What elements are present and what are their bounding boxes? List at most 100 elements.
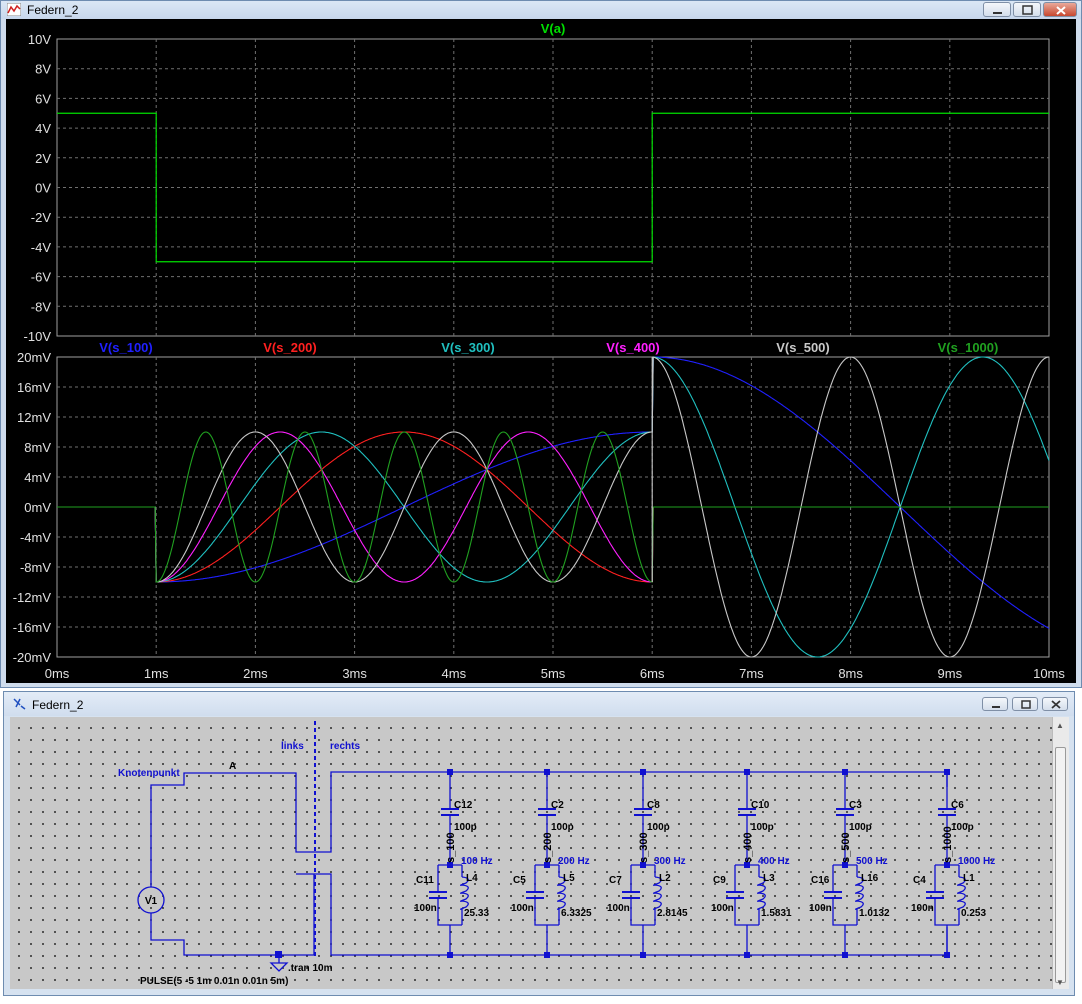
x-tick-label: 8ms xyxy=(838,666,863,681)
resonator-branch-s-500[interactable]: C3 100ps_500 500 Hz C16 100n L16 1.0132 xyxy=(809,769,890,958)
x-tick-label: 7ms xyxy=(739,666,764,681)
y-tick-label: -6V xyxy=(31,270,52,285)
resonator-branch-s-200[interactable]: C2 100ps_200 200 Hz C5 100n L5 6.3325 xyxy=(511,769,592,958)
capacitor-ref: C6 xyxy=(951,800,964,811)
trace-label-v-a[interactable]: V(a) xyxy=(541,21,566,36)
x-tick-label: 5ms xyxy=(541,666,566,681)
net-label: s_1000 xyxy=(942,826,954,863)
maximize-button[interactable] xyxy=(1012,697,1038,711)
y-tick-label: 4mV xyxy=(24,470,51,485)
y-tick-label: -4mV xyxy=(20,530,51,545)
capacitor-value: 100p xyxy=(951,822,974,833)
capacitor-ref: C12 xyxy=(454,800,473,811)
inductor-value: 1.0132 xyxy=(859,908,890,919)
capacitor-ref: C9 xyxy=(713,875,726,886)
maximize-button[interactable] xyxy=(1013,2,1041,17)
schematic-titlebar[interactable]: Federn_2 xyxy=(4,692,1074,716)
waveform-plot[interactable]: 10V 8V 6V 4V 2V 0V -2V -4V -6V -8V -10V 20mV 16mV 12m… xyxy=(6,19,1076,683)
inductor-value: 1.5831 xyxy=(761,908,792,919)
x-tick-label: 4ms xyxy=(442,666,467,681)
waveform-app-icon xyxy=(7,3,21,16)
y-tick-label: 12mV xyxy=(17,410,51,425)
minimize-button[interactable] xyxy=(983,2,1011,17)
y-tick-label: 4V xyxy=(35,121,51,136)
frequency-comment: 400 Hz xyxy=(758,856,790,867)
waveform-window: Federn_2 10V 8V 6V 4V 2V 0V -2V -4V -6V -8V -10V 20… xyxy=(0,0,1082,688)
y-tick-label: 0mV xyxy=(24,500,51,515)
waveform-titlebar[interactable]: Federn_2 xyxy=(1,1,1081,19)
inductor-value: 2.8145 xyxy=(657,908,688,919)
capacitor-ref: C8 xyxy=(647,800,660,811)
links-label: links xyxy=(281,741,304,752)
trace-label[interactable]: V(s_200) xyxy=(263,340,316,355)
y-tick-label: -2V xyxy=(31,210,52,225)
y-tick-label: -20mV xyxy=(13,650,52,665)
pulse-source-value[interactable]: PULSE(5 -5 1m 0.01n 0.01n 5m) xyxy=(140,976,288,987)
frequency-comment: 300 Hz xyxy=(654,856,686,867)
x-tick-label: 2ms xyxy=(243,666,268,681)
tran-directive[interactable]: .tran 10m xyxy=(288,963,333,974)
resonator-branch-s-100[interactable]: C12 100ps_100 100 Hz C11 100n L4 25.33 xyxy=(414,769,493,958)
y-tick-label: 8mV xyxy=(24,440,51,455)
inductor-ref: L3 xyxy=(763,873,775,884)
resonator-branches: C12100ps_100 100 HzC11100nL425.33C2100ps_… xyxy=(414,769,995,958)
frequency-comment: 100 Hz xyxy=(461,856,493,867)
y-tick-label: 8V xyxy=(35,62,51,77)
inductor-ref: L16 xyxy=(861,873,879,884)
net-label: s_400 xyxy=(742,832,754,863)
trace-label[interactable]: V(s_400) xyxy=(606,340,659,355)
rechts-label: rechts xyxy=(330,741,360,752)
source-label: V1 xyxy=(145,896,158,907)
node-a-label: A xyxy=(229,761,236,772)
plot-area[interactable]: 10V 8V 6V 4V 2V 0V -2V -4V -6V -8V -10V 20mV 16mV 12m… xyxy=(6,19,1076,683)
net-label: s_100 xyxy=(445,832,457,863)
top-pane[interactable]: 10V 8V 6V 4V 2V 0V -2V -4V -6V -8V -10V xyxy=(24,32,1050,344)
y-tick-label: -4V xyxy=(31,240,52,255)
x-tick-label: 9ms xyxy=(938,666,963,681)
trace-label[interactable]: V(s_300) xyxy=(441,340,494,355)
close-button[interactable] xyxy=(1042,697,1068,711)
capacitor-value: 100n xyxy=(511,903,534,914)
capacitor-value: 100p xyxy=(751,822,774,833)
inductor-value: 0.253 xyxy=(961,908,986,919)
waveform-window-title: Federn_2 xyxy=(27,3,79,17)
capacitor-ref: C5 xyxy=(513,875,526,886)
inductor-ref: L4 xyxy=(466,873,478,884)
resonator-branch-s-400[interactable]: C10 100ps_400 400 Hz C9 100n L3 1.5831 xyxy=(711,769,792,958)
trace-label[interactable]: V(s_100) xyxy=(99,340,152,355)
resonator-branch-s-1000[interactable]: C6 100ps_1000 1000 Hz C4 100n L1 0.253 xyxy=(911,769,995,958)
frequency-comment: 1000 Hz xyxy=(958,856,995,867)
capacitor-value: 100n xyxy=(414,903,437,914)
trace-label[interactable]: V(s_1000) xyxy=(938,340,999,355)
y-tick-label: 0V xyxy=(35,181,51,196)
close-button[interactable] xyxy=(1043,2,1077,17)
inductor-ref: L2 xyxy=(659,873,671,884)
resonator-branch-s-300[interactable]: C8 100ps_300 300 Hz C7 100n L2 2.8145 xyxy=(607,769,688,958)
capacitor-ref: C4 xyxy=(913,875,926,886)
y-tick-label: -8V xyxy=(31,299,52,314)
capacitor-ref: C16 xyxy=(811,875,830,886)
capacitor-ref: C11 xyxy=(416,875,434,886)
y-tick-label: 16mV xyxy=(17,380,51,395)
frequency-comment: 200 Hz xyxy=(558,856,590,867)
y-tick-label: 20mV xyxy=(17,350,51,365)
capacitor-ref: C3 xyxy=(849,800,862,811)
schematic-canvas[interactable]: C12 100p s_100 100 Hz C11 100n L4 25.33 C2 100p s_… xyxy=(10,717,1052,989)
x-tick-label: 0ms xyxy=(45,666,70,681)
y-tick-label: 10V xyxy=(28,32,51,47)
schematic-drawing[interactable]: C12100ps_100 100 HzC11100nL425.33C2100ps_… xyxy=(10,717,1052,989)
capacitor-value: 100n xyxy=(711,903,734,914)
x-tick-label: 1ms xyxy=(144,666,169,681)
net-label: s_200 xyxy=(542,832,554,863)
capacitor-value: 100n xyxy=(911,903,934,914)
capacitor-ref: C2 xyxy=(551,800,564,811)
scroll-down-arrow[interactable]: ▼ xyxy=(1056,978,1064,987)
scrollbar-thumb[interactable] xyxy=(1055,747,1066,983)
schematic-vertical-scrollbar[interactable]: ▲ ▼ xyxy=(1052,717,1069,989)
scroll-up-arrow[interactable]: ▲ xyxy=(1056,721,1064,730)
trace-label[interactable]: V(s_500) xyxy=(776,340,829,355)
minimize-button[interactable] xyxy=(982,697,1008,711)
capacitor-value: 100p xyxy=(454,822,477,833)
capacitor-value: 100n xyxy=(809,903,832,914)
capacitor-ref: C7 xyxy=(609,875,622,886)
